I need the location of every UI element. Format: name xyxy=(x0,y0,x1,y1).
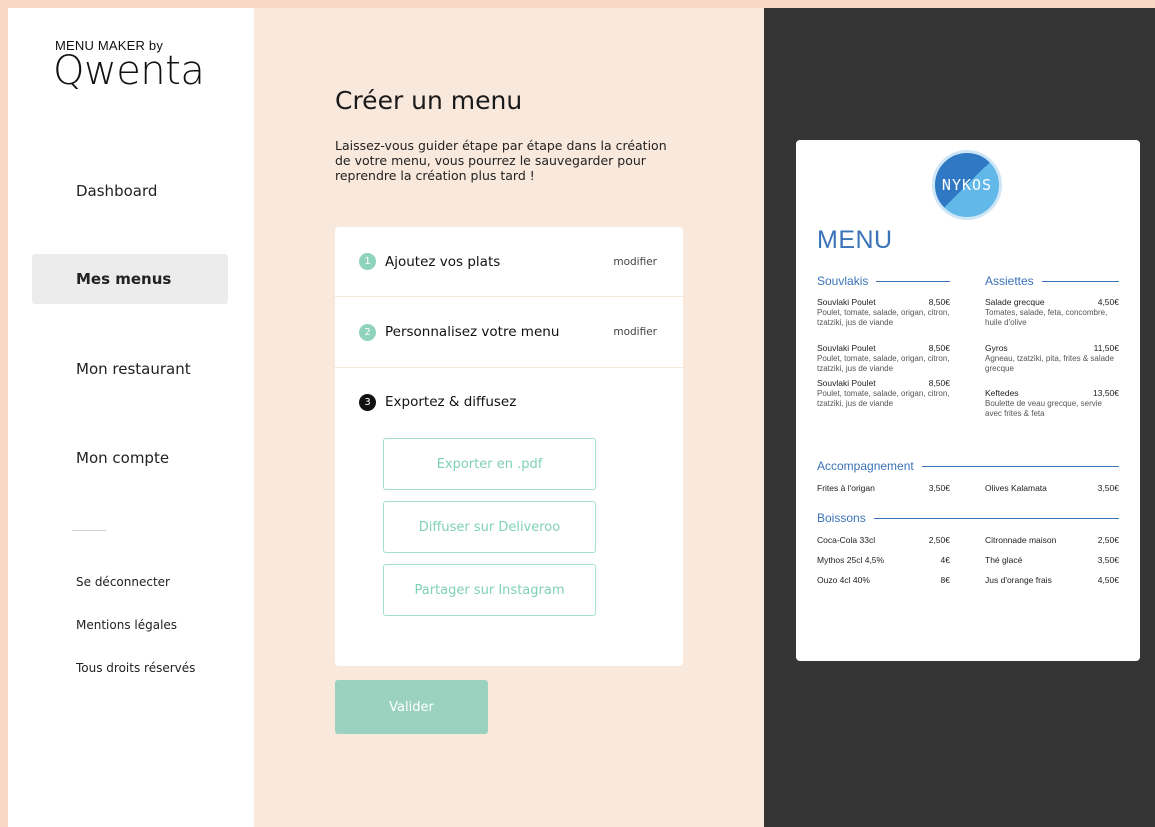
boissons-left-column: Coca-Cola 33cl 2,50€ Mythos 25cl 4,5% 4€… xyxy=(817,525,950,585)
item-price: 2,50€ xyxy=(928,535,950,545)
item-price: 8,50€ xyxy=(928,297,950,307)
item-name: Thé glacé xyxy=(985,555,1023,565)
item-price: 3,50€ xyxy=(928,483,950,493)
menu-item: Thé glacé 3,50€ xyxy=(985,555,1119,565)
menu-item: Mythos 25cl 4,5% 4€ xyxy=(817,555,950,565)
menu-item: Gyros 11,50€ xyxy=(985,343,1119,353)
section-souvlakis: Souvlakis Souvlaki Poulet 8,50€ Poulet, … xyxy=(817,274,950,409)
item-name: Olives Kalamata xyxy=(985,483,1047,493)
nav-item-dashboard[interactable]: Dashboard xyxy=(32,166,228,216)
menu-item: Salade grecque 4,50€ xyxy=(985,297,1119,307)
section-assiettes: Assiettes Salade grecque 4,50€ Tomates, … xyxy=(985,274,1119,419)
legal-link[interactable]: Mentions légales xyxy=(76,618,177,632)
item-name: Souvlaki Poulet xyxy=(817,378,876,388)
item-price: 13,50€ xyxy=(1093,388,1119,398)
menu-item: Keftedes 13,50€ xyxy=(985,388,1119,398)
item-price: 4€ xyxy=(940,555,950,565)
item-price: 8€ xyxy=(940,575,950,585)
menu-item: Souvlaki Poulet 8,50€ xyxy=(817,297,950,307)
step-label: Personnalisez votre menu xyxy=(385,324,560,340)
item-description: Tomates, salade, feta, concombre, huile … xyxy=(985,308,1108,327)
section-accompagnement: Accompagnement Frites à l'origan 3,50€ O… xyxy=(817,459,1119,493)
item-name: Souvlaki Poulet xyxy=(817,297,876,307)
restaurant-logo: NYKOS xyxy=(932,150,1002,220)
item-description: Poulet, tomate, salade, origan, citron, … xyxy=(817,354,950,373)
item-name: Keftedes xyxy=(985,388,1019,398)
section-boissons: Boissons Coca-Cola 33cl 2,50€ Mythos 25c… xyxy=(817,511,1119,585)
item-price: 3,50€ xyxy=(1097,483,1119,493)
item-description: Poulet, tomate, salade, origan, citron, … xyxy=(817,308,950,327)
menu-item: Citronnade maison 2,50€ xyxy=(985,535,1119,545)
section-title: Boissons xyxy=(817,511,866,525)
section-heading: Boissons xyxy=(817,511,1119,525)
menu-item: Souvlaki Poulet 8,50€ xyxy=(817,378,950,388)
sidebar-divider xyxy=(72,530,106,531)
step-label: Exportez & diffusez xyxy=(385,394,517,410)
item-price: 8,50€ xyxy=(928,343,950,353)
item-name: Ouzo 4cl 40% xyxy=(817,575,870,585)
item-price: 4,50€ xyxy=(1097,575,1119,585)
menu-item: Souvlaki Poulet 8,50€ xyxy=(817,343,950,353)
brand-logo[interactable]: Qwenta xyxy=(53,48,205,94)
item-price: 11,50€ xyxy=(1093,343,1119,353)
section-title: Souvlakis xyxy=(817,274,869,288)
accompagnement-row: Frites à l'origan 3,50€ Olives Kalamata … xyxy=(817,473,1119,493)
nav-item-mon-compte[interactable]: Mon compte xyxy=(32,433,228,483)
item-name: Frites à l'origan xyxy=(817,483,875,493)
boissons-columns: Coca-Cola 33cl 2,50€ Mythos 25cl 4,5% 4€… xyxy=(817,525,1119,585)
nav-item-mes-menus[interactable]: Mes menus xyxy=(32,254,228,304)
step-customize: 2 Personnalisez votre menu modifier xyxy=(335,297,683,368)
main-content: Créer un menu Laissez-vous guider étape … xyxy=(254,8,764,827)
menu-item: Ouzo 4cl 40% 8€ xyxy=(817,575,950,585)
deliveroo-button[interactable]: Diffuser sur Deliveroo xyxy=(383,501,596,553)
section-heading: Accompagnement xyxy=(817,459,1119,473)
export-pdf-button[interactable]: Exporter en .pdf xyxy=(383,438,596,490)
item-price: 2,50€ xyxy=(1097,535,1119,545)
step-number-badge: 2 xyxy=(359,323,376,341)
item-description: Boulette de veau grecque, servie avec fr… xyxy=(985,399,1102,418)
menu-preview-card: NYKOS MENU Souvlakis Souvlaki Poulet 8,5… xyxy=(796,140,1140,661)
item-name: Souvlaki Poulet xyxy=(817,343,876,353)
section-heading: Souvlakis xyxy=(817,274,950,288)
item-name: Salade grecque xyxy=(985,297,1045,307)
boissons-right-column: Citronnade maison 2,50€ Thé glacé 3,50€ … xyxy=(985,525,1119,585)
page-title: Créer un menu xyxy=(335,86,523,115)
item-price: 8,50€ xyxy=(928,378,950,388)
item-price: 4,50€ xyxy=(1097,297,1119,307)
menu-item: Olives Kalamata 3,50€ xyxy=(985,483,1119,493)
section-heading: Assiettes xyxy=(985,274,1119,288)
menu-item: Frites à l'origan 3,50€ xyxy=(817,483,950,493)
page-intro: Laissez-vous guider étape par étape dans… xyxy=(335,138,667,183)
item-description: Poulet, tomate, salade, origan, citron, … xyxy=(817,389,950,408)
rights-link[interactable]: Tous droits réservés xyxy=(76,661,195,675)
item-name: Coca-Cola 33cl xyxy=(817,535,876,545)
menu-title: MENU xyxy=(817,226,893,254)
logout-link[interactable]: Se déconnecter xyxy=(76,575,170,589)
item-price: 3,50€ xyxy=(1097,555,1119,565)
steps-card: 1 Ajoutez vos plats modifier 2 Personnal… xyxy=(335,227,683,666)
step-export: 3 Exportez & diffusez xyxy=(335,368,683,436)
step-number-badge: 3 xyxy=(359,393,376,411)
nav-item-mon-restaurant[interactable]: Mon restaurant xyxy=(32,344,228,394)
section-title: Accompagnement xyxy=(817,459,914,473)
item-description: Agneau, tzatziki, pita, frites & salade … xyxy=(985,354,1114,373)
step-label: Ajoutez vos plats xyxy=(385,253,501,270)
preview-panel: NYKOS MENU Souvlakis Souvlaki Poulet 8,5… xyxy=(764,8,1155,827)
item-name: Mythos 25cl 4,5% xyxy=(817,555,885,565)
edit-step-1-link[interactable]: modifier xyxy=(613,256,657,268)
item-name: Jus d'orange frais xyxy=(985,575,1052,585)
section-title: Assiettes xyxy=(985,274,1034,288)
validate-button[interactable]: Valider xyxy=(335,680,488,734)
item-name: Citronnade maison xyxy=(985,535,1057,545)
step-add-dishes: 1 Ajoutez vos plats modifier xyxy=(335,227,683,297)
item-name: Gyros xyxy=(985,343,1008,353)
sidebar: MENU MAKER by Qwenta Dashboard Mes menus… xyxy=(8,8,254,827)
menu-item: Jus d'orange frais 4,50€ xyxy=(985,575,1119,585)
step-number-badge: 1 xyxy=(359,253,376,270)
menu-item: Coca-Cola 33cl 2,50€ xyxy=(817,535,950,545)
instagram-button[interactable]: Partager sur Instagram xyxy=(383,564,596,616)
edit-step-2-link[interactable]: modifier xyxy=(613,326,657,338)
